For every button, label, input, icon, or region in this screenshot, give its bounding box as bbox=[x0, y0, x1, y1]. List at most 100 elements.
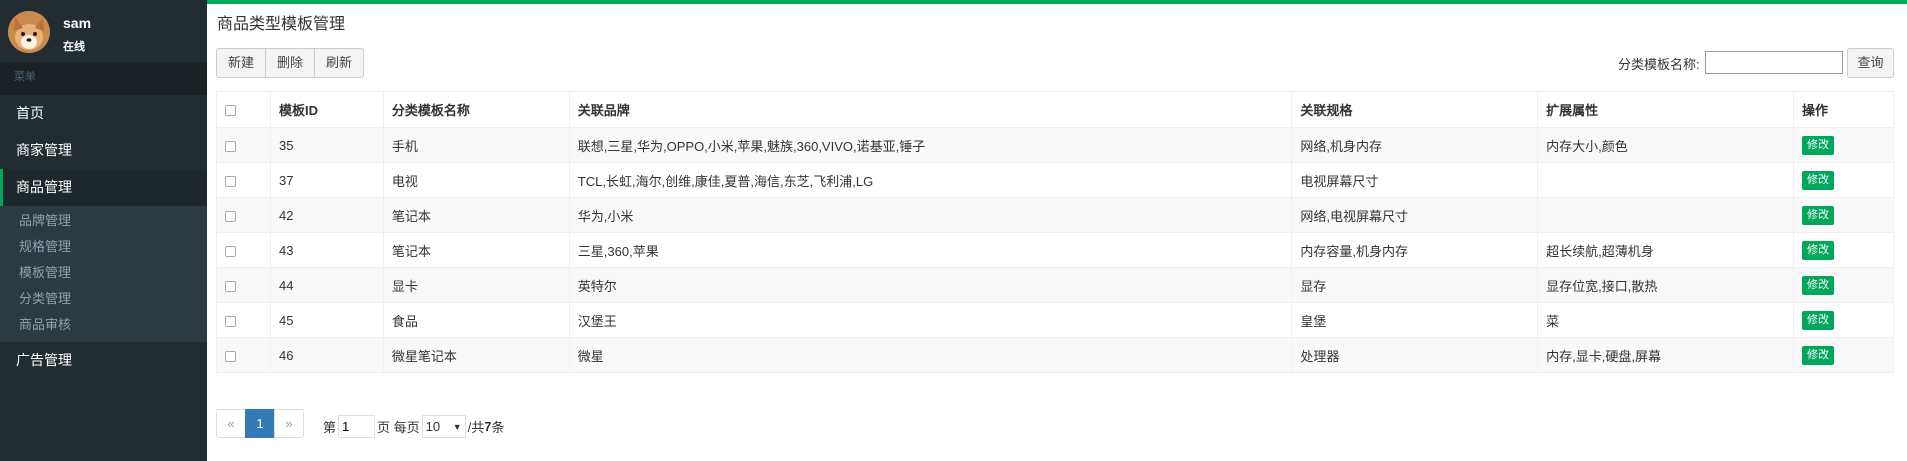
cell-name: 显卡 bbox=[382, 267, 570, 303]
sidebar-item-ads[interactable]: 广告管理 bbox=[0, 342, 207, 379]
table-header-row: 模板ID 分类模板名称 关联品牌 关联规格 扩展属性 操作 bbox=[216, 91, 1894, 128]
cell-name: 笔记本 bbox=[382, 232, 570, 268]
user-name: sam bbox=[63, 15, 92, 31]
edit-button[interactable]: 修改 bbox=[1802, 240, 1834, 260]
sidebar-subitem-spec[interactable]: 规格管理 bbox=[0, 234, 207, 260]
row-checkbox[interactable] bbox=[225, 175, 236, 187]
cell-specs: 处理器 bbox=[1291, 337, 1539, 373]
cell-brands: TCL,长虹,海尔,创维,康佳,夏普,海信,东芝,飞利浦,LG bbox=[568, 162, 1293, 198]
row-checkbox[interactable] bbox=[225, 280, 236, 292]
cell-attrs: 内存大小,颜色 bbox=[1537, 127, 1794, 163]
sidebar-item-merchant[interactable]: 商家管理 bbox=[0, 132, 207, 169]
page-title: 商品类型模板管理 bbox=[217, 16, 346, 33]
row-select-cell bbox=[216, 267, 271, 303]
cell-action: 修改 bbox=[1793, 232, 1894, 268]
row-select-cell bbox=[216, 337, 271, 373]
edit-button[interactable]: 修改 bbox=[1802, 135, 1834, 155]
cell-brands: 三星,360,苹果 bbox=[568, 232, 1293, 268]
template-table: 模板ID 分类模板名称 关联品牌 关联规格 扩展属性 操作 35 手机 联想,三… bbox=[216, 91, 1894, 373]
row-checkbox[interactable] bbox=[225, 210, 236, 222]
avatar bbox=[8, 11, 50, 53]
page-size-select[interactable]: 10 ▼ bbox=[421, 415, 466, 438]
cell-name: 笔记本 bbox=[382, 197, 570, 233]
cell-name: 手机 bbox=[382, 127, 570, 163]
column-header-brands: 关联品牌 bbox=[568, 91, 1293, 128]
column-header-id: 模板ID bbox=[269, 91, 384, 128]
cell-brands: 联想,三星,华为,OPPO,小米,苹果,魅族,360,VIVO,诺基亚,锤子 bbox=[568, 127, 1293, 163]
table-row: 46 微星笔记本 微星 处理器 内存,显卡,硬盘,屏幕 修改 bbox=[216, 337, 1894, 373]
sidebar-subitem-template[interactable]: 模板管理 bbox=[0, 260, 207, 286]
delete-button[interactable]: 删除 bbox=[265, 48, 316, 78]
table-row: 44 显卡 英特尔 显存 显存位宽,接口,散热 修改 bbox=[216, 267, 1894, 303]
current-page-button[interactable]: 1 bbox=[245, 409, 275, 438]
menu-header: 菜单 bbox=[0, 62, 207, 95]
cell-action: 修改 bbox=[1793, 197, 1894, 233]
edit-button[interactable]: 修改 bbox=[1802, 205, 1834, 225]
cell-attrs bbox=[1537, 197, 1794, 233]
total-suffix: 条 bbox=[491, 420, 505, 435]
cell-id: 42 bbox=[269, 197, 384, 233]
table-row: 45 食品 汉堡王 皇堡 菜 修改 bbox=[216, 302, 1894, 338]
goods-submenu: 品牌管理 规格管理 模板管理 分类管理 商品审核 bbox=[0, 206, 207, 342]
prev-page-button[interactable]: « bbox=[216, 409, 246, 438]
total-prefix: /共 bbox=[467, 420, 485, 435]
cell-specs: 电视屏幕尺寸 bbox=[1291, 162, 1539, 198]
user-status: 在线 bbox=[63, 41, 85, 53]
edit-button[interactable]: 修改 bbox=[1802, 275, 1834, 295]
column-header-action: 操作 bbox=[1793, 91, 1894, 128]
row-checkbox[interactable] bbox=[225, 245, 236, 257]
cell-attrs: 超长续航,超薄机身 bbox=[1537, 232, 1794, 268]
table-row: 43 笔记本 三星,360,苹果 内存容量,机身内存 超长续航,超薄机身 修改 bbox=[216, 232, 1894, 268]
cell-action: 修改 bbox=[1793, 162, 1894, 198]
row-select-cell bbox=[216, 162, 271, 198]
cell-attrs bbox=[1537, 162, 1794, 198]
sidebar-item-goods[interactable]: 商品管理 bbox=[0, 169, 207, 206]
select-all-checkbox[interactable] bbox=[225, 105, 236, 117]
pagination: « 1 » bbox=[216, 409, 304, 438]
sidebar-subitem-brand[interactable]: 品牌管理 bbox=[0, 208, 207, 234]
top-accent-bar bbox=[207, 0, 1907, 4]
cell-specs: 网络,电视屏幕尺寸 bbox=[1291, 197, 1539, 233]
user-panel: sam 在线 bbox=[0, 0, 207, 62]
cell-action: 修改 bbox=[1793, 127, 1894, 163]
refresh-button[interactable]: 刷新 bbox=[314, 48, 365, 78]
sidebar-subitem-audit[interactable]: 商品审核 bbox=[0, 312, 207, 338]
cell-brands: 汉堡王 bbox=[568, 302, 1293, 338]
cell-attrs: 菜 bbox=[1537, 302, 1794, 338]
cell-id: 37 bbox=[269, 162, 384, 198]
cell-specs: 内存容量,机身内存 bbox=[1291, 232, 1539, 268]
cell-name: 微星笔记本 bbox=[382, 337, 570, 373]
row-select-cell bbox=[216, 232, 271, 268]
row-checkbox[interactable] bbox=[225, 140, 236, 152]
table-row: 42 笔记本 华为,小米 网络,电视屏幕尺寸 修改 bbox=[216, 197, 1894, 233]
search-button[interactable]: 查询 bbox=[1847, 48, 1894, 78]
page-size-value: 10 bbox=[425, 419, 441, 434]
column-header-attrs: 扩展属性 bbox=[1537, 91, 1794, 128]
page-suffix: 页 每页 bbox=[377, 420, 420, 435]
table-row: 35 手机 联想,三星,华为,OPPO,小米,苹果,魅族,360,VIVO,诺基… bbox=[216, 127, 1894, 163]
sidebar-subitem-category[interactable]: 分类管理 bbox=[0, 286, 207, 312]
row-select-cell bbox=[216, 127, 271, 163]
cell-specs: 网络,机身内存 bbox=[1291, 127, 1539, 163]
sidebar: sam 在线 菜单 首页 商家管理 商品管理 品牌管理 规格管理 模板管理 分类… bbox=[0, 0, 207, 461]
new-button[interactable]: 新建 bbox=[216, 48, 267, 78]
cell-specs: 显存 bbox=[1291, 267, 1539, 303]
row-checkbox[interactable] bbox=[225, 350, 236, 362]
search-input[interactable] bbox=[1705, 51, 1843, 74]
column-header-name: 分类模板名称 bbox=[382, 91, 570, 128]
page-prefix: 第 bbox=[323, 420, 337, 435]
edit-button[interactable]: 修改 bbox=[1802, 345, 1834, 365]
next-page-button[interactable]: » bbox=[274, 409, 304, 438]
cell-action: 修改 bbox=[1793, 302, 1894, 338]
row-select-cell bbox=[216, 302, 271, 338]
page-number-input[interactable] bbox=[338, 415, 376, 438]
edit-button[interactable]: 修改 bbox=[1802, 170, 1834, 190]
page-info: 第 页 每页 10 ▼ /共 7 条 bbox=[323, 415, 505, 438]
cell-name: 食品 bbox=[382, 302, 570, 338]
cell-id: 46 bbox=[269, 337, 384, 373]
row-checkbox[interactable] bbox=[225, 315, 236, 327]
total-count: 7 bbox=[484, 419, 492, 434]
cell-id: 35 bbox=[269, 127, 384, 163]
edit-button[interactable]: 修改 bbox=[1802, 310, 1834, 330]
sidebar-item-home[interactable]: 首页 bbox=[0, 95, 207, 132]
